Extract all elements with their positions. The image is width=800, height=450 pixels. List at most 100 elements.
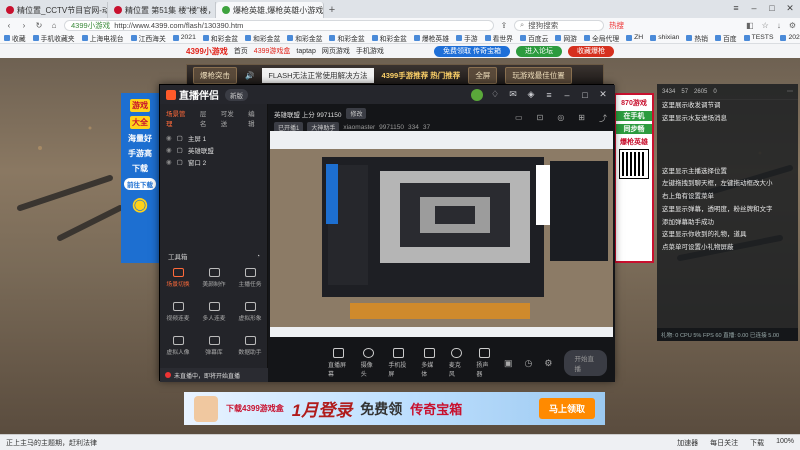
avatar[interactable] [471, 88, 483, 101]
bookmark-item[interactable]: 爆枪英雄 [413, 33, 449, 43]
bookmark-item[interactable]: 网游 [555, 33, 577, 43]
tab-edit[interactable]: 编辑 [248, 108, 261, 128]
screen-capture-button[interactable]: 直播屏幕 [328, 348, 349, 378]
scene-item[interactable]: ◉ ▢ 英雄联盟 [160, 144, 267, 156]
home-icon[interactable]: ⌂ [49, 21, 59, 30]
bookmark-item[interactable]: 看世界 [484, 33, 513, 43]
tool-video-link[interactable]: 视频连麦 [160, 296, 196, 327]
daily-follow-button[interactable]: 每日关注 [710, 438, 738, 448]
browser-tab-3[interactable]: 爆枪英雄,爆枪英雄小游戏,爆枪英雄 ✕ [216, 2, 324, 18]
close-icon[interactable]: ✕ [597, 89, 609, 100]
ad-download-button[interactable]: 前往下载 [124, 178, 156, 190]
site-link-gamebox[interactable]: 4399游戏盒 [254, 46, 291, 56]
bookmark-item[interactable]: 手游 [456, 33, 478, 43]
version-badge[interactable]: 新版 [225, 88, 248, 101]
best-position-button[interactable]: 玩游戏最佳位置 [505, 66, 572, 84]
search-input[interactable]: ⌕ 搜狗搜索 [514, 19, 604, 31]
favorites-icon[interactable]: ☆ [762, 21, 769, 30]
bell-icon[interactable]: ♢ [489, 89, 501, 100]
bookmark-item[interactable]: 江西海关 [130, 33, 166, 43]
hot-search-label[interactable]: 热搜 [609, 20, 624, 31]
browser-tab-1[interactable]: 精位置_CCTV节目官网-动画片 ✕ [0, 2, 108, 18]
tab-sendable[interactable]: 可发送 [221, 108, 240, 128]
scene-item[interactable]: ◉ ▢ 窗口 2 [160, 156, 267, 168]
reload-icon[interactable]: ↻ [34, 21, 44, 30]
menu-icon[interactable]: ≡ [543, 90, 555, 100]
settings-icon[interactable]: ⚙ [789, 21, 796, 30]
forward-icon[interactable]: › [19, 21, 29, 30]
bookmark-item[interactable]: 百度 [714, 33, 737, 43]
minimize-icon[interactable]: – [745, 0, 763, 16]
bookmark-item[interactable]: 收藏 [4, 33, 26, 43]
bookmark-item[interactable]: 和彩金盆 [202, 33, 238, 43]
share-icon[interactable]: ⇪ [499, 21, 509, 30]
chat-settings-icon[interactable]: ⋯ [787, 88, 793, 95]
mail-icon[interactable]: ✉ [507, 89, 519, 100]
right-ad-banner[interactable]: 870游戏 在手机 同步畅 爆枪英雄 [614, 93, 654, 263]
lock-icon[interactable]: ▢ [177, 158, 183, 166]
share-icon[interactable]: ⤴ [599, 113, 607, 124]
lock-icon[interactable]: ⊡ [537, 113, 544, 124]
bookmark-item[interactable]: shixian [650, 34, 679, 41]
tab-layer[interactable]: 层名 [200, 108, 213, 128]
menu-icon[interactable]: ≡ [727, 0, 745, 16]
tool-tasks[interactable]: 主播任务 [232, 262, 268, 293]
record-video-icon[interactable]: ▣ [504, 358, 513, 369]
site-link-home[interactable]: 首页 [234, 46, 248, 56]
settings-icon[interactable]: ⚙ [544, 358, 552, 369]
lock-icon[interactable]: ▢ [177, 134, 183, 142]
bookmark-item[interactable]: 热销 [686, 33, 708, 43]
lock-icon[interactable]: ▢ [177, 146, 183, 154]
bookmark-item[interactable]: ZH [626, 34, 643, 41]
site-link-taptap[interactable]: taptap [296, 48, 315, 55]
bookmark-item[interactable]: 2021 [780, 34, 800, 41]
left-ad-banner[interactable]: 游戏 大全 海量好 手游高 下载 前往下载 ◉ [121, 93, 159, 263]
edit-room-button[interactable]: 修改 [346, 108, 367, 119]
site-logo[interactable]: 4399小游戏 [186, 46, 228, 57]
downloads-icon[interactable]: ↓ [777, 21, 781, 30]
bookmark-item[interactable]: 和彩金盆 [329, 33, 365, 43]
scene-item[interactable]: ◉ ▢ 主屏 1 [160, 132, 267, 144]
site-link-mobile[interactable]: 手机游戏 [356, 46, 384, 56]
tool-avatar[interactable]: 虚拟形象 [232, 296, 268, 327]
new-tab-button[interactable]: + [324, 2, 340, 18]
zoom-level[interactable]: 100% [776, 438, 794, 448]
maximize-icon[interactable]: □ [579, 90, 591, 100]
tool-virtual[interactable]: 虚拟人像 [160, 330, 196, 361]
media-button[interactable]: 多媒体 [421, 348, 437, 378]
tool-data[interactable]: 数据助手 [232, 330, 268, 361]
speaker-icon[interactable]: 🔊 [245, 71, 254, 80]
claim-now-button[interactable]: 马上领取 [538, 398, 595, 419]
flash-notice-link[interactable]: FLASH无法正常使用解决方法 [262, 67, 374, 83]
phone-cast-button[interactable]: 手机投屏 [388, 348, 409, 378]
tool-beauty[interactable]: 美颜制作 [196, 262, 232, 293]
back-icon[interactable]: ‹ [4, 21, 14, 30]
camera-button[interactable]: 摄像头 [361, 348, 377, 378]
site-link-webgames[interactable]: 网页游戏 [322, 46, 350, 56]
url-input[interactable]: 4399小游戏 http://www.4399.com/flash/130390… [64, 19, 494, 31]
start-live-button[interactable]: 开始直播 [564, 350, 607, 376]
bookmark-item[interactable]: TESTS [743, 34, 773, 41]
eye-icon[interactable]: ◉ [166, 146, 172, 154]
toolbox-toggle-icon[interactable]: ◔ [256, 253, 260, 260]
extensions-icon[interactable]: ◧ [746, 21, 754, 30]
fullscreen-button[interactable]: 全屏 [468, 66, 498, 84]
eye-icon[interactable]: ◉ [166, 134, 172, 142]
timer-icon[interactable]: ◷ [525, 358, 533, 369]
mobile-recommend-label[interactable]: 4399手游推荐 热门推荐 [382, 70, 461, 81]
layout-icon[interactable]: ▭ [515, 113, 523, 124]
microphone-button[interactable]: 麦克风 [449, 348, 465, 378]
bookmark-item[interactable]: 百度云 [519, 33, 548, 43]
skin-icon[interactable]: ◈ [525, 89, 537, 100]
free-chest-button[interactable]: 免费领取 传奇宝箱 [434, 45, 510, 57]
bookmark-game-button[interactable]: 收藏爆枪 [568, 45, 614, 57]
eye-icon[interactable]: ◉ [166, 158, 172, 166]
bookmark-item[interactable]: 手机收藏夹 [32, 33, 75, 43]
record-icon[interactable]: ◎ [557, 113, 564, 124]
tool-danmaku[interactable]: 弹幕库 [196, 330, 232, 361]
close-window-icon[interactable]: ✕ [781, 0, 799, 16]
bookmark-item[interactable]: 和彩金盆 [245, 33, 280, 43]
bookmark-item[interactable]: 上海电视台 [81, 33, 124, 43]
bookmark-item[interactable]: 2021 [172, 34, 196, 41]
promo-banner[interactable]: 下载4399游戏盒 1月登录 免费领 传奇宝箱 马上领取 [184, 392, 605, 425]
